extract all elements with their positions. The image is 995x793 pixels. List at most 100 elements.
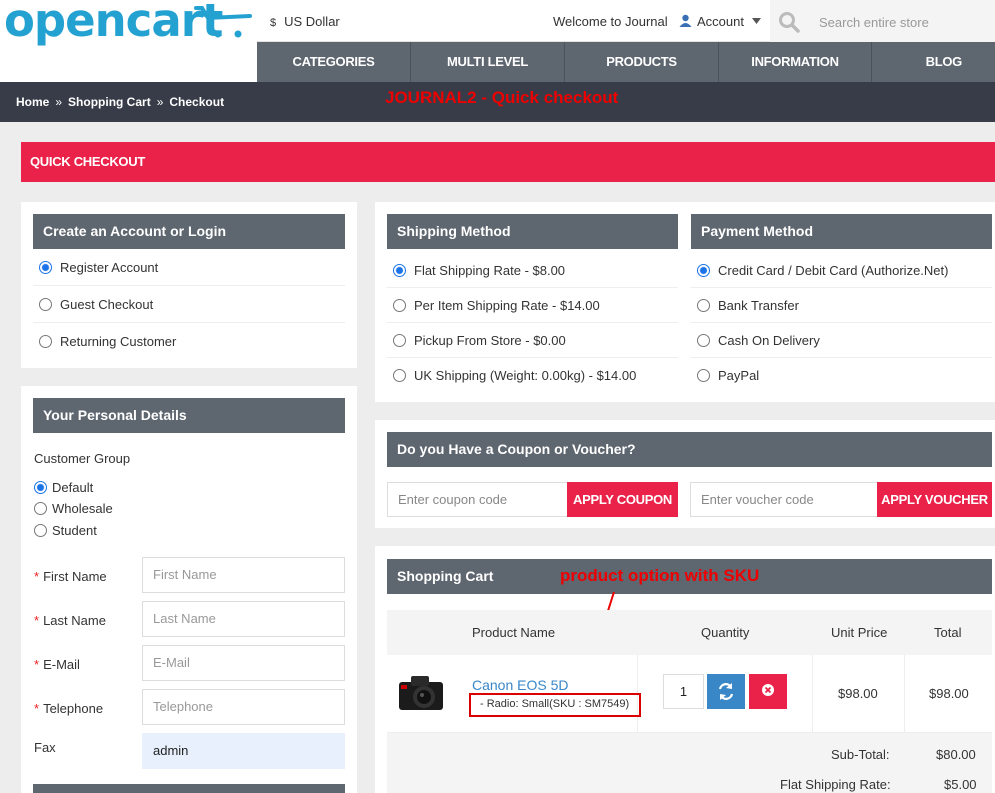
col-unit-price: Unit Price — [831, 625, 888, 640]
nav-categories[interactable]: CATEGORIES — [257, 42, 411, 82]
option-label: Register Account — [60, 260, 159, 275]
account-panel-title: Create an Account or Login — [33, 214, 345, 249]
personal-details-title: Your Personal Details — [33, 398, 345, 433]
quantity-input[interactable]: 1 — [663, 674, 704, 709]
shipping-option-flat[interactable]: Flat Shipping Rate - $8.00 — [387, 253, 678, 288]
shipping-option-per-item[interactable]: Per Item Shipping Rate - $14.00 — [387, 288, 678, 323]
field-label: E-Mail — [43, 657, 80, 672]
cart-totals-area — [387, 733, 992, 793]
shipping-option-pickup[interactable]: Pickup From Store - $0.00 — [387, 323, 678, 358]
nav-multi-level[interactable]: MULTI LEVEL — [411, 42, 565, 82]
currency-label: US Dollar — [284, 14, 340, 29]
breadcrumb: Home » Shopping Cart » Checkout — [16, 95, 224, 109]
field-label: Last Name — [43, 613, 106, 628]
breadcrumb-shopping-cart[interactable]: Shopping Cart — [68, 95, 151, 109]
breadcrumb-separator: » — [156, 95, 164, 109]
radio-checked-icon[interactable] — [393, 264, 406, 277]
payment-options: Credit Card / Debit Card (Authorize.Net)… — [691, 253, 992, 393]
radio-icon[interactable] — [393, 334, 406, 347]
product-name-link[interactable]: Canon EOS 5D — [472, 677, 569, 693]
group-wholesale[interactable]: Wholesale — [34, 501, 113, 516]
radio-icon[interactable] — [393, 299, 406, 312]
telephone-label: * Telephone — [34, 701, 103, 716]
radio-icon[interactable] — [34, 502, 47, 515]
email-input[interactable]: E-Mail — [142, 645, 345, 681]
last-name-input[interactable]: Last Name — [142, 601, 345, 637]
product-thumbnail[interactable] — [397, 674, 445, 712]
fax-input[interactable]: admin — [142, 733, 345, 769]
group-student[interactable]: Student — [34, 523, 97, 538]
remove-icon — [762, 684, 774, 696]
search-input[interactable]: Search entire store — [819, 15, 929, 30]
update-quantity-button[interactable] — [707, 674, 745, 709]
breadcrumb-home[interactable]: Home — [16, 95, 49, 109]
payment-method-title: Payment Method — [691, 214, 992, 249]
nav-information[interactable]: INFORMATION — [719, 42, 872, 82]
option-register-account[interactable]: Register Account — [33, 249, 345, 286]
logo[interactable]: opencart — [4, 0, 223, 47]
apply-voucher-button[interactable]: APPLY VOUCHER — [877, 482, 992, 517]
voucher-input[interactable]: Enter voucher code — [690, 482, 878, 517]
product-option: - Radio: Small(SKU : SM7549) — [480, 698, 630, 710]
radio-icon[interactable] — [34, 524, 47, 537]
subtotal-value: $80.00 — [936, 747, 976, 762]
logo-cart-icon — [194, 6, 252, 38]
breadcrumb-separator: » — [55, 95, 63, 109]
annotation-title: JOURNAL2 - Quick checkout — [385, 88, 619, 107]
radio-checked-icon[interactable] — [697, 264, 710, 277]
first-name-input[interactable]: First Name — [142, 557, 345, 593]
group-label: Student — [52, 523, 97, 538]
payment-option-cod[interactable]: Cash On Delivery — [691, 323, 992, 358]
group-label: Default — [52, 480, 94, 495]
account-panel: Create an Account or Login Register Acco… — [21, 202, 357, 368]
option-label: Guest Checkout — [60, 297, 154, 312]
col-product-name: Product Name — [472, 625, 556, 640]
breadcrumb-checkout[interactable]: Checkout — [169, 95, 224, 109]
telephone-input[interactable]: Telephone — [142, 689, 345, 725]
apply-coupon-button[interactable]: APPLY COUPON — [567, 482, 678, 517]
caret-down-icon — [751, 18, 761, 24]
radio-icon[interactable] — [393, 369, 406, 382]
payment-option-paypal[interactable]: PayPal — [691, 358, 992, 393]
shipping-options: Flat Shipping Rate - $8.00 Per Item Ship… — [387, 253, 678, 393]
payment-option-card[interactable]: Credit Card / Debit Card (Authorize.Net) — [691, 253, 992, 288]
radio-checked-icon[interactable] — [34, 481, 47, 494]
coupon-input[interactable]: Enter coupon code — [387, 482, 568, 517]
required-marker: * — [34, 701, 40, 716]
option-label: Flat Shipping Rate - $8.00 — [414, 263, 566, 278]
coupon-title: Do you Have a Coupon or Voucher? — [387, 432, 992, 467]
shipping-total-label: Flat Shipping Rate: — [780, 777, 891, 792]
nav-products[interactable]: PRODUCTS — [565, 42, 719, 82]
option-guest-checkout[interactable]: Guest Checkout — [33, 286, 345, 323]
account-menu[interactable]: Account — [679, 14, 761, 29]
radio-icon[interactable] — [39, 335, 52, 348]
account-label: Account — [697, 14, 744, 29]
remove-item-button[interactable] — [749, 674, 787, 709]
payment-option-bank[interactable]: Bank Transfer — [691, 288, 992, 323]
nav-blog[interactable]: BLOG — [872, 42, 995, 82]
radio-checked-icon[interactable] — [39, 261, 52, 274]
group-default[interactable]: Default — [34, 480, 93, 495]
option-label: Per Item Shipping Rate - $14.00 — [414, 298, 600, 313]
dollar-icon: $ — [270, 17, 277, 29]
radio-icon[interactable] — [39, 298, 52, 311]
required-marker: * — [34, 657, 40, 672]
page-title: QUICK CHECKOUT — [30, 154, 145, 169]
search-icon[interactable] — [778, 11, 800, 33]
option-label: Returning Customer — [60, 334, 177, 349]
currency-selector[interactable]: $ US Dollar — [270, 14, 340, 29]
shipping-option-uk[interactable]: UK Shipping (Weight: 0.00kg) - $14.00 — [387, 358, 678, 393]
line-total: $98.00 — [929, 686, 969, 701]
option-label: Cash On Delivery — [718, 333, 820, 348]
option-returning-customer[interactable]: Returning Customer — [33, 323, 345, 360]
user-icon — [679, 14, 692, 27]
radio-icon[interactable] — [697, 299, 710, 312]
shipping-method-title: Shipping Method — [387, 214, 678, 249]
option-label: UK Shipping (Weight: 0.00kg) - $14.00 — [414, 368, 637, 383]
option-label: PayPal — [718, 368, 760, 383]
option-label: Pickup From Store - $0.00 — [414, 333, 566, 348]
radio-icon[interactable] — [697, 369, 710, 382]
col-quantity: Quantity — [701, 625, 750, 640]
shipping-total-value: $5.00 — [944, 777, 977, 792]
radio-icon[interactable] — [697, 334, 710, 347]
